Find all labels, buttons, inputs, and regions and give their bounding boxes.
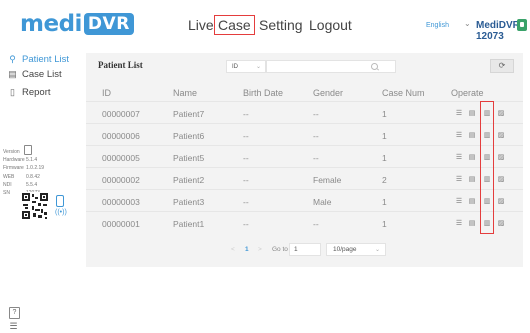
- sidebar-item-label: Report: [22, 87, 51, 98]
- cell-gender: --: [313, 109, 319, 119]
- qr-code-icon: [21, 192, 49, 220]
- settings-icon[interactable]: ☰: [455, 175, 463, 184]
- settings-icon[interactable]: ☰: [455, 153, 463, 162]
- edit-icon[interactable]: ▤: [468, 131, 476, 140]
- nav-case-label: Case: [214, 15, 255, 35]
- delete-column-highlight: [480, 101, 494, 234]
- cell-birth-date: --: [243, 175, 249, 185]
- user-icon[interactable]: [517, 19, 527, 31]
- nav-setting[interactable]: Setting: [256, 14, 306, 36]
- report-icon: ▯: [10, 87, 15, 97]
- settings-icon[interactable]: ☰: [455, 109, 463, 118]
- cell-name: Patient6: [173, 131, 205, 141]
- nav-setting-label: Setting: [259, 17, 303, 33]
- logo-medi-text: medi: [20, 11, 82, 37]
- goto-label: Go to: [272, 246, 288, 253]
- edit-icon[interactable]: ▤: [468, 175, 476, 184]
- sidebar-item-patient-list[interactable]: ⚲ Patient List: [8, 54, 69, 65]
- cell-case-num: 2: [382, 175, 387, 185]
- column-header-operate: Operate: [451, 88, 484, 98]
- refresh-button[interactable]: ⟳: [490, 59, 514, 73]
- sidebar-item-label: Case List: [22, 69, 62, 80]
- sidebar-item-report[interactable]: ▯ Report: [8, 87, 51, 98]
- cell-case-num: 1: [382, 153, 387, 163]
- settings-icon[interactable]: ☰: [455, 219, 463, 228]
- export-icon[interactable]: ▨: [497, 219, 505, 228]
- settings-icon[interactable]: ☰: [455, 131, 463, 140]
- column-header-case-num[interactable]: Case Num: [382, 88, 425, 98]
- app-logo: medi DVR: [20, 11, 134, 37]
- column-header-birth-date[interactable]: Birth Date: [243, 88, 283, 98]
- language-select[interactable]: English: [426, 22, 449, 29]
- help-icon[interactable]: ?: [9, 307, 20, 319]
- edit-icon[interactable]: ▤: [468, 197, 476, 206]
- person-icon: ⚲: [9, 54, 16, 64]
- cell-gender: --: [313, 131, 319, 141]
- filter-select-value: ID: [232, 63, 238, 70]
- cell-gender: --: [313, 219, 319, 229]
- edit-icon[interactable]: ▤: [468, 219, 476, 228]
- cell-name: Patient3: [173, 197, 205, 207]
- logo-dvr-badge: DVR: [83, 13, 134, 35]
- column-header-id[interactable]: ID: [102, 88, 111, 98]
- cell-case-num: 1: [382, 131, 387, 141]
- export-icon[interactable]: ▨: [497, 109, 505, 118]
- cell-gender: --: [313, 153, 319, 163]
- nav-live[interactable]: Live: [185, 14, 217, 36]
- cell-id: 00000003: [102, 197, 140, 207]
- goto-page-input[interactable]: 1: [289, 243, 321, 256]
- cell-id: 00000006: [102, 131, 140, 141]
- column-header-name[interactable]: Name: [173, 88, 197, 98]
- cell-birth-date: --: [243, 131, 249, 141]
- nav-logout[interactable]: Logout: [306, 14, 355, 36]
- cell-birth-date: --: [243, 219, 249, 229]
- edit-icon[interactable]: ▤: [468, 153, 476, 162]
- cell-case-num: 1: [382, 109, 387, 119]
- cell-name: Patient5: [173, 153, 205, 163]
- cell-id: 00000001: [102, 219, 140, 229]
- cell-gender: Male: [313, 197, 332, 207]
- cell-case-num: 1: [382, 219, 387, 229]
- next-page-button[interactable]: >: [258, 246, 262, 253]
- export-icon[interactable]: ▨: [497, 175, 505, 184]
- chevron-down-icon: ⌄: [255, 64, 261, 70]
- column-header-gender[interactable]: Gender: [313, 88, 343, 98]
- sidebar-item-label: Patient List: [22, 54, 69, 65]
- cell-case-num: 1: [382, 197, 387, 207]
- settings-icon[interactable]: ☰: [455, 197, 463, 206]
- cell-id: 00000005: [102, 153, 140, 163]
- export-icon[interactable]: ▨: [497, 131, 505, 140]
- search-icon[interactable]: [371, 63, 378, 70]
- export-icon[interactable]: ▨: [497, 197, 505, 206]
- wireless-icon: ((•)): [55, 209, 67, 216]
- sidebar-item-case-list[interactable]: ▤ Case List: [8, 69, 62, 80]
- current-page[interactable]: 1: [245, 246, 249, 253]
- nav-case[interactable]: Case: [214, 14, 255, 36]
- cell-name: Patient7: [173, 109, 205, 119]
- list-icon: ▤: [8, 69, 17, 79]
- page-title: Patient List: [98, 60, 143, 70]
- cell-birth-date: --: [243, 197, 249, 207]
- phone-icon: [56, 195, 64, 207]
- cell-name: Patient2: [173, 175, 205, 185]
- export-icon[interactable]: ▨: [497, 153, 505, 162]
- cell-id: 00000002: [102, 175, 140, 185]
- nav-live-label: Live: [188, 17, 214, 33]
- filter-select[interactable]: ID ⌄: [226, 60, 266, 73]
- cell-birth-date: --: [243, 153, 249, 163]
- cell-id: 00000007: [102, 109, 140, 119]
- menu-icon[interactable]: ☰: [9, 321, 18, 331]
- version-info: Version Hardware 5.1.4 Firmware 1.0.2.19 W…: [3, 149, 45, 197]
- chevron-down-icon: ⌄: [375, 247, 381, 253]
- cell-gender: Female: [313, 175, 342, 185]
- nav-logout-label: Logout: [309, 17, 352, 33]
- cell-name: Patient1: [173, 219, 205, 229]
- prev-page-button[interactable]: <: [231, 246, 235, 253]
- chevron-down-icon: ⌄: [464, 19, 471, 28]
- cell-birth-date: --: [243, 109, 249, 119]
- edit-icon[interactable]: ▤: [468, 109, 476, 118]
